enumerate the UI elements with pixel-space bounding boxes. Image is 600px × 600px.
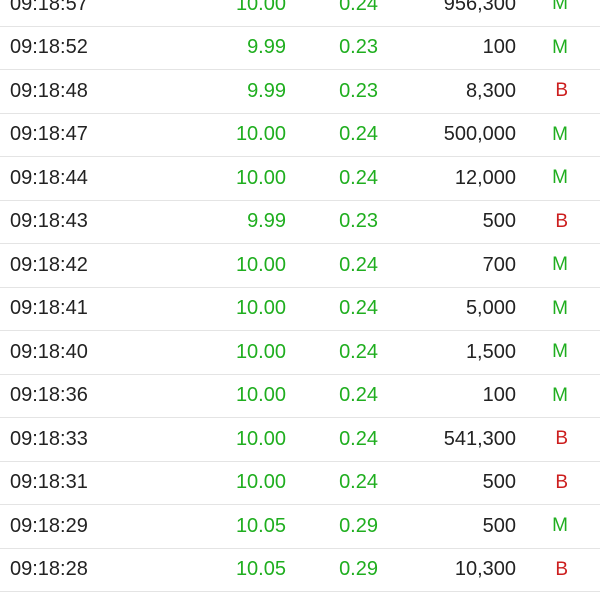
trade-side: M — [552, 341, 568, 363]
trade-row[interactable]: 09:18:40 10.00 0.24 1,500 M — [0, 331, 600, 375]
trade-time: 09:18:33 — [10, 427, 88, 450]
trade-row[interactable]: 09:18:28 10.05 0.29 10,300 B — [0, 549, 600, 592]
trade-side: B — [555, 428, 568, 450]
trade-side: M — [552, 254, 568, 276]
trade-row[interactable]: 09:18:36 10.00 0.24 100 M — [0, 375, 600, 418]
trade-side: M — [552, 515, 568, 537]
trade-row[interactable]: 09:18:41 10.00 0.24 5,000 M — [0, 288, 600, 331]
trade-volume: 956,300 — [443, 0, 516, 15]
trade-side: M — [552, 167, 568, 189]
trade-side: B — [555, 80, 568, 102]
trade-time: 09:18:31 — [10, 471, 88, 494]
trade-volume: 541,300 — [443, 427, 516, 450]
trade-time: 09:18:47 — [10, 123, 88, 146]
trade-price: 9.99 — [247, 79, 286, 102]
trade-price: 10.00 — [235, 427, 286, 450]
trade-volume: 100 — [482, 384, 516, 407]
trade-price: 10.00 — [235, 253, 286, 276]
trade-row[interactable]: 09:18:52 9.99 0.23 100 M — [0, 27, 600, 70]
trade-volume: 5,000 — [465, 297, 516, 320]
trade-volume: 700 — [482, 253, 516, 276]
trade-time: 09:18:44 — [10, 166, 88, 189]
trade-time: 09:18:48 — [10, 79, 88, 102]
trade-list[interactable]: 09:18:57 10.00 0.24 956,300 M 09:18:52 9… — [0, 0, 600, 592]
trade-side: B — [555, 471, 568, 493]
trade-volume: 500 — [482, 514, 516, 537]
trade-volume: 12,000 — [454, 166, 516, 189]
trade-price: 10.00 — [235, 471, 286, 494]
trade-change: 0.29 — [339, 514, 378, 537]
trade-price: 10.00 — [235, 340, 286, 363]
trade-price: 9.99 — [247, 36, 286, 59]
trade-change: 0.24 — [339, 253, 378, 276]
trade-change: 0.24 — [339, 0, 378, 15]
trade-price: 10.00 — [235, 384, 286, 407]
trade-volume: 8,300 — [465, 79, 516, 102]
trade-row[interactable]: 09:18:33 10.00 0.24 541,300 B — [0, 418, 600, 462]
trade-change: 0.23 — [339, 36, 378, 59]
trade-row[interactable]: 09:18:47 10.00 0.24 500,000 M — [0, 114, 600, 157]
trade-price: 10.00 — [235, 0, 286, 15]
trade-change: 0.29 — [339, 558, 378, 581]
trade-side: B — [555, 558, 568, 580]
trade-side: M — [552, 36, 568, 58]
trade-price: 10.05 — [235, 558, 286, 581]
trade-volume: 100 — [482, 36, 516, 59]
trade-row[interactable]: 09:18:42 10.00 0.24 700 M — [0, 244, 600, 288]
trade-time: 09:18:28 — [10, 558, 88, 581]
trade-change: 0.24 — [339, 384, 378, 407]
trade-side: B — [555, 210, 568, 232]
trade-volume: 1,500 — [465, 340, 516, 363]
trade-change: 0.24 — [339, 471, 378, 494]
trade-row[interactable]: 09:18:44 10.00 0.24 12,000 M — [0, 157, 600, 201]
trade-time: 09:18:36 — [10, 384, 88, 407]
trade-change: 0.24 — [339, 297, 378, 320]
trade-price: 10.05 — [235, 514, 286, 537]
trade-time: 09:18:29 — [10, 514, 88, 537]
trade-time: 09:18:42 — [10, 253, 88, 276]
trade-price: 10.00 — [235, 166, 286, 189]
trade-side: M — [552, 297, 568, 319]
trade-row[interactable]: 09:18:29 10.05 0.29 500 M — [0, 505, 600, 549]
trade-price: 9.99 — [247, 210, 286, 233]
trade-time: 09:18:40 — [10, 340, 88, 363]
trade-time: 09:18:57 — [10, 0, 88, 15]
trade-change: 0.23 — [339, 79, 378, 102]
trade-side: M — [552, 384, 568, 406]
trade-price: 10.00 — [235, 123, 286, 146]
trade-row[interactable]: 09:18:48 9.99 0.23 8,300 B — [0, 70, 600, 114]
trade-price: 10.00 — [235, 297, 286, 320]
trade-volume: 500,000 — [443, 123, 516, 146]
trade-change: 0.24 — [339, 427, 378, 450]
trade-row[interactable]: 09:18:57 10.00 0.24 956,300 M — [0, 0, 600, 27]
trade-time: 09:18:41 — [10, 297, 88, 320]
trade-change: 0.24 — [339, 340, 378, 363]
trade-volume: 10,300 — [454, 558, 516, 581]
trade-row[interactable]: 09:18:31 10.00 0.24 500 B — [0, 462, 600, 505]
trade-change: 0.24 — [339, 123, 378, 146]
trade-side: M — [552, 0, 568, 15]
trade-row[interactable]: 09:18:43 9.99 0.23 500 B — [0, 201, 600, 244]
trade-time: 09:18:43 — [10, 210, 88, 233]
trade-change: 0.23 — [339, 210, 378, 233]
trade-time: 09:18:52 — [10, 36, 88, 59]
trade-side: M — [552, 123, 568, 145]
trade-change: 0.24 — [339, 166, 378, 189]
trade-volume: 500 — [482, 210, 516, 233]
trade-volume: 500 — [482, 471, 516, 494]
